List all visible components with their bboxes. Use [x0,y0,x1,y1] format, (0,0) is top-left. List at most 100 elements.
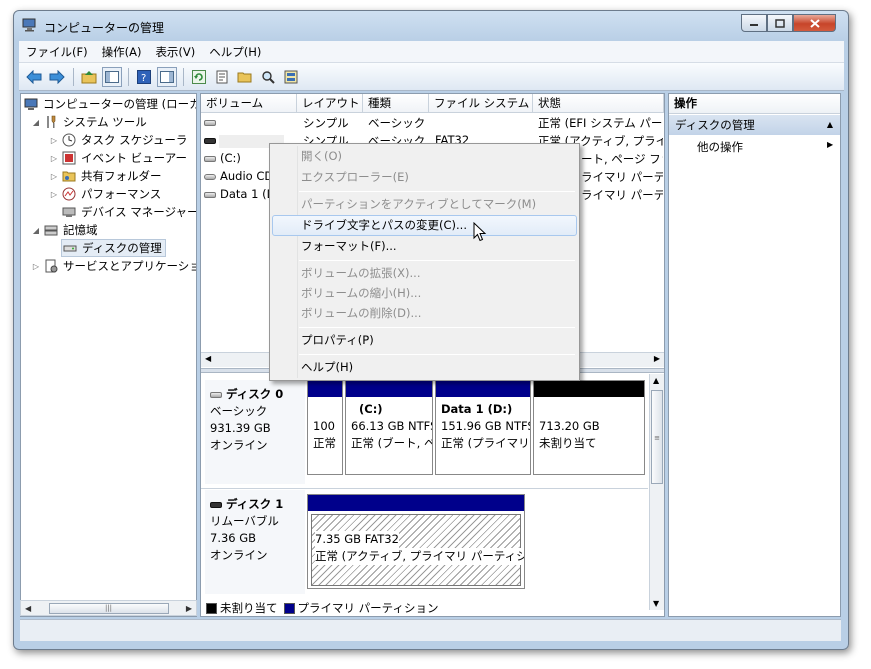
column-header-type[interactable]: 種類 [363,94,429,113]
disk-name: ディスク 0 [226,387,284,401]
show-action-pane-button[interactable] [157,66,177,87]
volume-status: ライマリ パーティション) [581,188,663,202]
caption-buttons [741,14,836,32]
refresh-button[interactable] [189,67,209,87]
scroll-left-icon[interactable]: ◀ [205,354,211,363]
disk-size: 7.36 GB [210,531,257,545]
partition-efi[interactable]: 100 正常 [307,380,343,475]
partition-status: 正常 (アクティブ, プライマリ パーティション) [315,548,524,565]
tree-item-disk-management[interactable]: ディスクの管理 [61,239,166,257]
action-pane-icon [160,70,174,83]
partition-size: 151.96 GB NTFS [441,419,531,433]
forward-button[interactable] [47,67,67,87]
partition-c[interactable]: (C:) 66.13 GB NTFS 正常 (ブート, ページ ファイル) [345,380,433,475]
column-header-layout[interactable]: レイアウト [297,94,363,113]
ctx-item-change-drive-letter[interactable]: ドライブ文字とパスの変更(C)... [272,215,577,236]
show-tree-button[interactable] [102,66,122,87]
partition-removable[interactable]: 7.35 GB FAT32 正常 (アクティブ, プライマリ パーティション) [307,494,525,589]
volume-row[interactable]: シンプル ベーシック 正常 (EFI システム パーティション) [201,114,663,131]
tree-item-shared-folders[interactable]: ▷ 共有フォルダー [49,167,162,185]
primary-partition-bar [308,381,342,397]
back-button[interactable] [24,67,44,87]
maximize-button[interactable] [767,14,793,32]
context-menu: 開く(O) エクスプローラー(E) パーティションをアクティブとしてマーク(M)… [269,143,580,381]
actions-header: 操作 [669,94,840,114]
scroll-thumb[interactable]: ||| [48,602,169,614]
partition-size: 100 [313,419,335,433]
menu-file[interactable]: ファイル(F) [19,44,95,60]
menu-view[interactable]: 表示(V) [148,44,202,60]
actions-item-more-actions[interactable]: 他の操作 [697,139,743,155]
up-folder-button[interactable] [79,67,99,87]
expand-arrow-icon[interactable]: ▷ [49,154,59,163]
volume-status: ライマリ パーティション) [581,170,663,184]
disk-view-vscrollbar[interactable]: ▲ ≡ ▼ [649,374,664,610]
expand-arrow-icon[interactable]: ▷ [49,190,59,199]
find-button[interactable] [258,67,278,87]
ctx-item-delete-volume[interactable]: ボリュームの削除(D)... [272,303,577,324]
tree-item-label: イベント ビューアー [81,151,188,165]
scroll-right-icon[interactable]: ▶ [654,354,660,363]
collapse-arrow-icon[interactable]: ◢ [31,118,41,127]
column-header-filesystem[interactable]: ファイル システム [429,94,533,113]
primary-partition-bar [308,495,524,511]
ctx-item-extend-volume[interactable]: ボリュームの拡張(X)... [272,263,577,284]
tree-item-event-viewer[interactable]: ▷ イベント ビューアー [49,149,187,167]
partition-title: Data 1 (D:) [441,402,513,416]
partition-d[interactable]: Data 1 (D:) 151.96 GB NTFS 正常 (プライマリ パーテ… [435,380,531,475]
primary-partition-bar [346,381,432,397]
open-button[interactable] [235,67,255,87]
tree-item-services-applications[interactable]: ▷ サービスとアプリケーション [31,257,196,275]
disk-management-icon [62,240,78,256]
tree-item-system-tools[interactable]: ◢ システム ツール [31,113,147,131]
scroll-right-icon[interactable]: ▶ [186,604,192,613]
disk-settings-button[interactable] [281,67,301,87]
tree-item-label: ディスクの管理 [82,241,162,255]
device-manager-icon [61,204,77,220]
menu-action[interactable]: 操作(A) [95,44,149,60]
minimize-button[interactable] [741,14,767,32]
column-header-status[interactable]: 状態 [533,94,664,113]
ctx-item-explore[interactable]: エクスプローラー(E) [272,167,577,188]
tree-item-storage[interactable]: ◢ 記憶域 [31,221,98,239]
legend-primary-partition: プライマリ パーティション [297,601,439,615]
tree-item-label: システム ツール [63,115,147,129]
partition-size: 66.13 GB NTFS [351,419,433,433]
properties-button[interactable] [212,67,232,87]
disk-1-info[interactable]: ディスク 1 リムーバブル 7.36 GB オンライン [205,490,305,594]
tree-item-device-manager[interactable]: デバイス マネージャー [61,203,196,221]
close-button[interactable] [793,14,836,32]
tree-item-computer-management[interactable]: コンピューターの管理 (ローカル) [23,95,196,113]
ctx-item-mark-active[interactable]: パーティションをアクティブとしてマーク(M) [272,194,577,215]
ctx-item-open[interactable]: 開く(O) [272,146,577,167]
scroll-thumb[interactable]: ≡ [651,390,663,484]
ctx-item-properties[interactable]: プロパティ(P) [272,330,577,351]
column-header-volume[interactable]: ボリューム [201,94,297,113]
scroll-up-icon[interactable]: ▲ [653,376,659,385]
actions-section-disk-management[interactable]: ディスクの管理 ▲ [669,115,840,135]
tree-item-label: タスク スケジューラ [81,133,188,147]
collapse-up-icon[interactable]: ▲ [827,115,833,135]
disk-0-info[interactable]: ディスク 0 ベーシック 931.39 GB オンライン [205,380,305,484]
menu-separator [299,354,575,355]
menu-bar: ファイル(F) 操作(A) 表示(V) ヘルプ(H) [19,41,844,63]
submenu-arrow-icon: ▶ [827,140,834,149]
ctx-item-format[interactable]: フォーマット(F)... [272,236,577,257]
ctx-item-help[interactable]: ヘルプ(H) [272,357,577,378]
scroll-down-icon[interactable]: ▼ [653,599,659,608]
tree-horizontal-scrollbar[interactable]: ◀ ||| ▶ [20,600,197,616]
scroll-left-icon[interactable]: ◀ [25,604,31,613]
tree-item-performance[interactable]: ▷ パフォーマンス [49,185,161,203]
expand-arrow-icon[interactable]: ▷ [31,262,41,271]
removable-disk-icon [210,501,222,508]
tree-item-task-scheduler[interactable]: ▷ タスク スケジューラ [49,131,187,149]
partition-unallocated[interactable]: 713.20 GB 未割り当て [533,380,645,475]
expand-arrow-icon[interactable]: ▷ [49,136,59,145]
performance-icon [61,186,77,202]
title-bar[interactable]: コンピューターの管理 [14,11,848,39]
menu-help[interactable]: ヘルプ(H) [202,44,268,60]
collapse-arrow-icon[interactable]: ◢ [31,226,41,235]
help-button[interactable]: ? [134,67,154,87]
expand-arrow-icon[interactable]: ▷ [49,172,59,181]
ctx-item-shrink-volume[interactable]: ボリュームの縮小(H)... [272,283,577,304]
